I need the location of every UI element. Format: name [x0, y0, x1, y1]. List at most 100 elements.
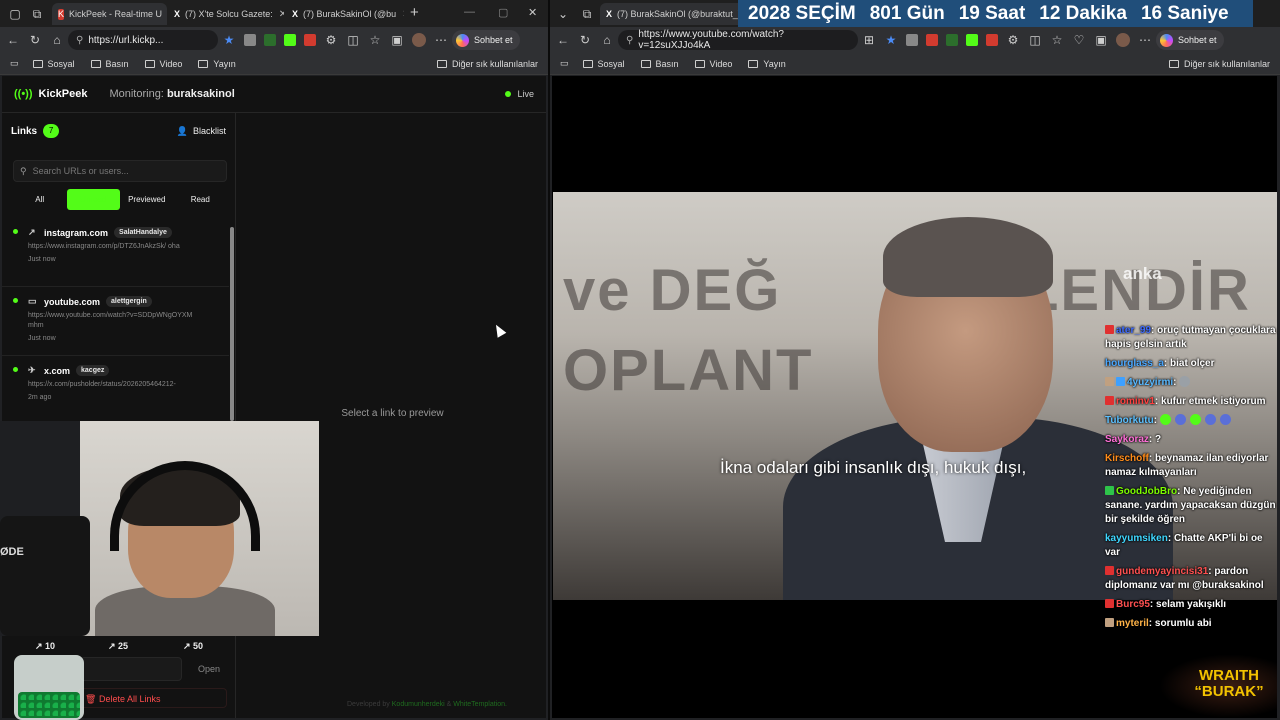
preview-empty-message: Select a link to preview: [341, 408, 444, 419]
list-item[interactable]: ▭ youtube.com alettgergin https://www.yo…: [2, 287, 229, 356]
open-25-button[interactable]: ↗ 25: [108, 641, 128, 652]
heart-icon[interactable]: ♡: [1068, 33, 1090, 47]
extension-icon[interactable]: [966, 34, 978, 46]
tab-x-buraktut[interactable]: X (7) BurakSakinOl (@buraktut_) / X: [600, 3, 750, 25]
scrollbar-thumb[interactable]: [230, 227, 234, 421]
tab-x-buraksakinol[interactable]: X (7) BurakSakinOl (@bu ✕: [286, 3, 404, 25]
split-screen-icon[interactable]: ◫: [342, 33, 364, 47]
split-screen-icon[interactable]: ◫: [1024, 33, 1046, 47]
close-window-icon[interactable]: ✕: [528, 6, 537, 19]
chat-button[interactable]: Sohbet et: [452, 30, 520, 50]
open-count-input[interactable]: [80, 657, 182, 681]
bookmark-basin[interactable]: Basın: [640, 59, 679, 69]
extension-icon[interactable]: [946, 34, 958, 46]
reading-view-icon[interactable]: ▭: [560, 58, 569, 69]
open-50-button[interactable]: ↗ 50: [183, 641, 203, 652]
favorites-icon[interactable]: ☆: [364, 33, 386, 47]
url-field[interactable]: ⚲ https://url.kickp...: [68, 30, 218, 50]
home-icon[interactable]: ⌂: [46, 33, 68, 47]
right-browser-window: ⌄ ⧉ X (7) BurakSakinOl (@buraktut_) / X …: [550, 0, 1280, 720]
filter-all[interactable]: All: [13, 189, 67, 210]
profile-avatar[interactable]: [1116, 33, 1130, 47]
blacklist-button[interactable]: 👤 Blacklist: [177, 126, 226, 137]
external-link-icon: ↗: [28, 227, 36, 237]
filter-previewed[interactable]: Previewed: [120, 189, 174, 210]
credit-developer-link[interactable]: Kodumunherdeki: [392, 701, 445, 708]
search-input[interactable]: ⚲ Search URLs or users...: [13, 160, 227, 182]
minimize-icon[interactable]: —: [464, 6, 475, 18]
other-bookmarks[interactable]: Diğer sık kullanılanlar: [436, 59, 538, 69]
wraith-burak-logo: WRAITH “BURAK”: [1189, 668, 1269, 700]
refresh-icon[interactable]: ↻: [24, 33, 46, 47]
app-available-icon[interactable]: ⊞: [858, 33, 880, 47]
open-25-label: 25: [118, 640, 129, 651]
extension-icon[interactable]: [244, 34, 256, 46]
tab-bar: ▢ ⧉ K KickPeek - Real-time U ✕ X (7) X't…: [0, 0, 548, 27]
news-watermark: anka: [1123, 264, 1162, 283]
tab-actions-icon[interactable]: ⌄: [552, 7, 574, 21]
url-field[interactable]: ⚲ https://www.youtube.com/watch?v=12suXJ…: [618, 29, 858, 51]
maximize-icon[interactable]: ▢: [498, 6, 508, 19]
collections-icon[interactable]: ▣: [1090, 33, 1112, 47]
close-tab-icon[interactable]: ✕: [162, 9, 167, 20]
extension-icon[interactable]: [906, 34, 918, 46]
refresh-icon[interactable]: ↻: [574, 33, 596, 47]
bookmark-yayin[interactable]: Yayın: [198, 59, 236, 69]
badge-icon: [1105, 618, 1114, 627]
favorites-icon[interactable]: ☆: [1046, 33, 1068, 47]
extension-icon[interactable]: [284, 34, 296, 46]
chat-message: 4yuzyirmi:: [1105, 376, 1277, 390]
extension-icon[interactable]: [926, 34, 938, 46]
extension-icon[interactable]: [264, 34, 276, 46]
filter-read[interactable]: Read: [174, 189, 228, 210]
chat-text: biat olçer: [1170, 358, 1215, 369]
extensions-puzzle-icon[interactable]: ⚙: [1002, 33, 1024, 47]
tab-kickpeek[interactable]: K KickPeek - Real-time U ✕: [52, 3, 167, 25]
delete-all-button[interactable]: 🗑 Delete All Links: [78, 688, 227, 708]
link-list-scrollbar[interactable]: [230, 219, 235, 421]
url-text: https://www.youtube.com/watch?v=12suXJJo…: [638, 29, 784, 51]
back-icon[interactable]: ←: [552, 33, 574, 47]
bookmark-video[interactable]: Video: [144, 59, 182, 69]
chat-button-label: Sohbet et: [1178, 35, 1217, 45]
workspaces-icon[interactable]: ⧉: [26, 7, 48, 22]
filter-unread[interactable]: Unread: [66, 189, 120, 210]
chat-message: gundemyayincisi31: pardon diplomanız var…: [1105, 566, 1264, 591]
chat-message: rominv1: kufur etmek istiyorum: [1105, 395, 1277, 409]
extensions-puzzle-icon[interactable]: ⚙: [320, 33, 342, 47]
profile-avatar[interactable]: [412, 33, 426, 47]
bookmark-sosyal[interactable]: Sosyal: [32, 59, 75, 69]
user-badge: SalatHandalye: [114, 227, 172, 238]
bookmark-basin[interactable]: Basın: [90, 59, 129, 69]
blacklist-label: Blacklist: [192, 126, 226, 136]
new-tab-icon[interactable]: +: [410, 4, 419, 21]
bookmark-video[interactable]: Video: [694, 59, 732, 69]
list-item[interactable]: ✈ x.com kacgez https://x.com/pusholder/s…: [2, 356, 229, 425]
tab-actions-icon[interactable]: ▢: [4, 7, 26, 21]
close-tab-icon[interactable]: ✕: [396, 9, 404, 20]
workspaces-icon[interactable]: ⧉: [576, 7, 598, 22]
delete-all-label: Delete All Links: [98, 694, 161, 704]
collections-icon[interactable]: ▣: [386, 33, 408, 47]
more-menu-icon[interactable]: ⋯: [430, 33, 452, 47]
user-badge: kacgez: [76, 365, 110, 376]
list-item[interactable]: ↗ instagram.com SalatHandalye https://ww…: [2, 218, 229, 287]
home-icon[interactable]: ⌂: [596, 33, 618, 47]
open-button[interactable]: Open: [190, 657, 228, 681]
favorite-star-icon[interactable]: ★: [880, 33, 902, 47]
tab-x-solcu[interactable]: X (7) X'te Solcu Gazete: ✕: [168, 3, 284, 25]
extension-icon[interactable]: [986, 34, 998, 46]
extension-icon[interactable]: [304, 34, 316, 46]
back-icon[interactable]: ←: [2, 33, 24, 47]
open-10-button[interactable]: ↗ 10: [35, 641, 55, 652]
bookmark-sosyal[interactable]: Sosyal: [582, 59, 625, 69]
more-menu-icon[interactable]: ⋯: [1134, 33, 1156, 47]
chat-button[interactable]: Sohbet et: [1156, 30, 1224, 50]
favorite-star-icon[interactable]: ★: [218, 33, 240, 47]
video-player[interactable]: ve DEĞ LENDİR OPLANT anka İkna odaları g…: [552, 76, 1277, 718]
reading-view-icon[interactable]: ▭: [10, 58, 19, 69]
other-bookmarks[interactable]: Diğer sık kullanılanlar: [1168, 59, 1270, 69]
bookmark-yayin[interactable]: Yayın: [748, 59, 786, 69]
credit-template-link[interactable]: WhiteTemplation.: [453, 701, 507, 708]
close-tab-icon[interactable]: ✕: [273, 9, 284, 20]
